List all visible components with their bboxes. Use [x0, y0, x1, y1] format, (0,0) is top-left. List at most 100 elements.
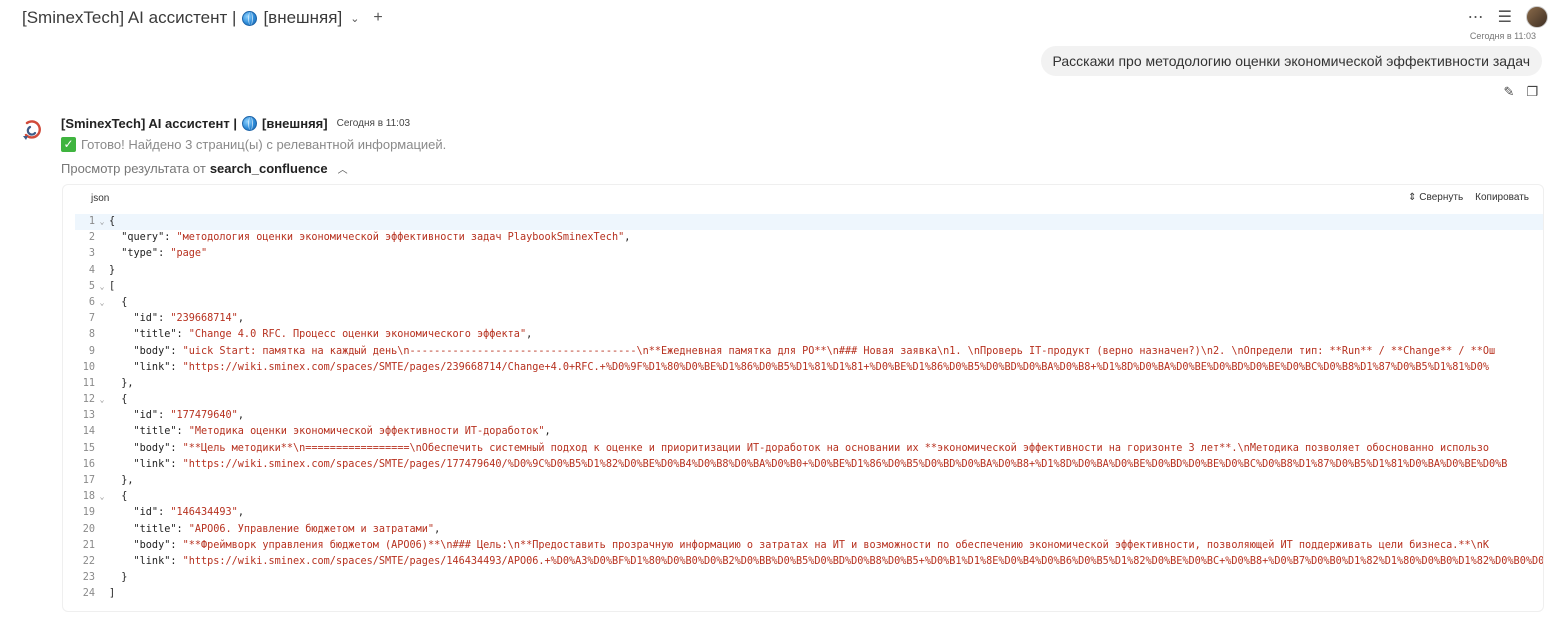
line-number: 20	[82, 523, 95, 535]
code-line: 12 ⌄ {	[75, 392, 1543, 408]
copy-icon[interactable]: ❐	[1526, 84, 1538, 100]
plus-icon[interactable]: +	[373, 9, 382, 27]
chat-title-suffix: [внешняя]	[263, 8, 343, 27]
code-text: "link": "https://wiki.sminex.com/spaces/…	[109, 457, 1508, 473]
line-number: 5	[88, 280, 95, 292]
fold-chevron-icon[interactable]: ⌄	[95, 392, 109, 408]
json-token: "body":	[109, 345, 183, 357]
json-string: "https://wiki.sminex.com/spaces/SMTE/pag…	[182, 555, 1544, 567]
fold-chevron-icon[interactable]: ⌄	[95, 279, 109, 295]
json-token: "query":	[109, 232, 177, 244]
code-line: 19 "id": "146434493",	[75, 505, 1543, 521]
json-token: [	[109, 280, 116, 292]
json-token: ,	[237, 410, 244, 422]
json-string: "https://wiki.sminex.com/spaces/SMTE/pag…	[182, 361, 1490, 373]
code-block: json ⇕ Свернуть Копировать 1 ⌄{2 "query":…	[62, 184, 1544, 612]
json-token: "title":	[109, 426, 189, 438]
json-token: "link":	[109, 458, 183, 470]
more-options-icon[interactable]: ⋯	[1468, 7, 1484, 27]
json-token: {	[109, 491, 128, 503]
settings-sliders-icon[interactable]: ☰	[1498, 7, 1512, 27]
fold-chevron-icon[interactable]: ⌄	[95, 214, 109, 230]
code-line: 14 "title": "Методика оценки экономическ…	[75, 424, 1543, 440]
json-token: "link":	[109, 361, 183, 373]
globe-icon	[242, 116, 257, 131]
code-text: ]	[109, 586, 115, 602]
json-token: ,	[237, 313, 244, 325]
code-text: "type": "page"	[109, 246, 207, 262]
status-text: Готово! Найдено 3 страниц(ы) с релевантн…	[81, 137, 447, 152]
fold-chevron-icon[interactable]: ⌄	[95, 489, 109, 505]
code-line: 1 ⌄{	[75, 214, 1543, 231]
code-line: 11 },	[75, 376, 1543, 392]
json-string: "146434493"	[170, 507, 238, 519]
line-number: 10	[82, 361, 95, 373]
line-number: 3	[88, 248, 95, 260]
tool-result-toggle[interactable]: Просмотр результата от search_confluence…	[61, 161, 348, 176]
json-string: "**Фреймворк управления бюджетом (APO06)…	[182, 539, 1490, 551]
json-string: "APO06. Управление бюджетом и затратами"	[188, 523, 435, 535]
json-token: {	[109, 296, 128, 308]
code-actions: ⇕ Свернуть Копировать	[1408, 192, 1529, 203]
user-message-bubble: Расскажи про методологию оценки экономич…	[1040, 46, 1542, 76]
line-number: 12	[82, 394, 95, 406]
assistant-logo-icon	[23, 120, 41, 140]
edit-icon[interactable]: ✎	[1503, 84, 1514, 100]
code-text: {	[109, 214, 115, 230]
json-string: "методология оценки экономической эффект…	[176, 232, 625, 244]
header-actions: ⋯ ☰	[1468, 6, 1548, 28]
code-language-label: json	[91, 193, 110, 204]
code-line: 2 "query": "методология оценки экономиче…	[75, 230, 1543, 246]
line-number: 13	[82, 410, 95, 422]
chat-title[interactable]: [SminexTech] AI ассистент | [внешняя] ⌄ …	[22, 8, 383, 28]
code-text: "link": "https://wiki.sminex.com/spaces/…	[109, 554, 1544, 570]
code-text: "id": "146434493",	[109, 505, 244, 521]
json-token: "id":	[109, 410, 171, 422]
line-number: 21	[82, 539, 95, 551]
user-avatar[interactable]	[1526, 6, 1548, 28]
collapse-button[interactable]: ⇕ Свернуть	[1408, 192, 1463, 203]
json-token: "id":	[109, 507, 171, 519]
json-token: "title":	[109, 523, 189, 535]
code-line: 7 "id": "239668714",	[75, 311, 1543, 327]
code-line: 22 "link": "https://wiki.sminex.com/spac…	[75, 554, 1544, 570]
code-text: "title": "Методика оценки экономической …	[109, 424, 551, 440]
json-token: ]	[109, 588, 116, 600]
code-content[interactable]: 1 ⌄{2 "query": "методология оценки эконом…	[75, 214, 1544, 609]
line-number: 11	[82, 377, 95, 389]
line-number: 24	[82, 588, 95, 600]
code-line: 17 },	[75, 473, 1543, 489]
fold-chevron-icon[interactable]: ⌄	[95, 295, 109, 311]
code-line: 23 }	[75, 570, 1543, 586]
code-line: 10 "link": "https://wiki.sminex.com/spac…	[75, 360, 1543, 376]
code-text: },	[109, 376, 133, 392]
code-text: {	[109, 295, 127, 311]
json-string: "239668714"	[170, 313, 238, 325]
code-text: "body": "uick Start: памятка на каждый д…	[109, 344, 1496, 360]
code-toolbar: json ⇕ Свернуть Копировать	[63, 185, 1543, 213]
chevron-up-icon[interactable]: ︿	[338, 161, 348, 176]
json-string: "**Цель методики**\n=================\nО…	[182, 442, 1490, 454]
copy-button[interactable]: Копировать	[1475, 192, 1529, 203]
code-line: 21 "body": "**Фреймворк управления бюдже…	[75, 538, 1543, 554]
code-line: 3 "type": "page"	[75, 246, 1543, 262]
code-line: 15 "body": "**Цель методики**\n=========…	[75, 441, 1543, 457]
line-number: 6	[88, 296, 95, 308]
line-number: 14	[82, 426, 95, 438]
code-text: [	[109, 279, 115, 295]
json-token: "title":	[109, 329, 189, 341]
json-token: ,	[624, 232, 631, 244]
json-token: ,	[237, 507, 244, 519]
line-number: 19	[82, 507, 95, 519]
chevron-down-icon[interactable]: ⌄	[350, 12, 359, 25]
json-token: "id":	[109, 313, 171, 325]
